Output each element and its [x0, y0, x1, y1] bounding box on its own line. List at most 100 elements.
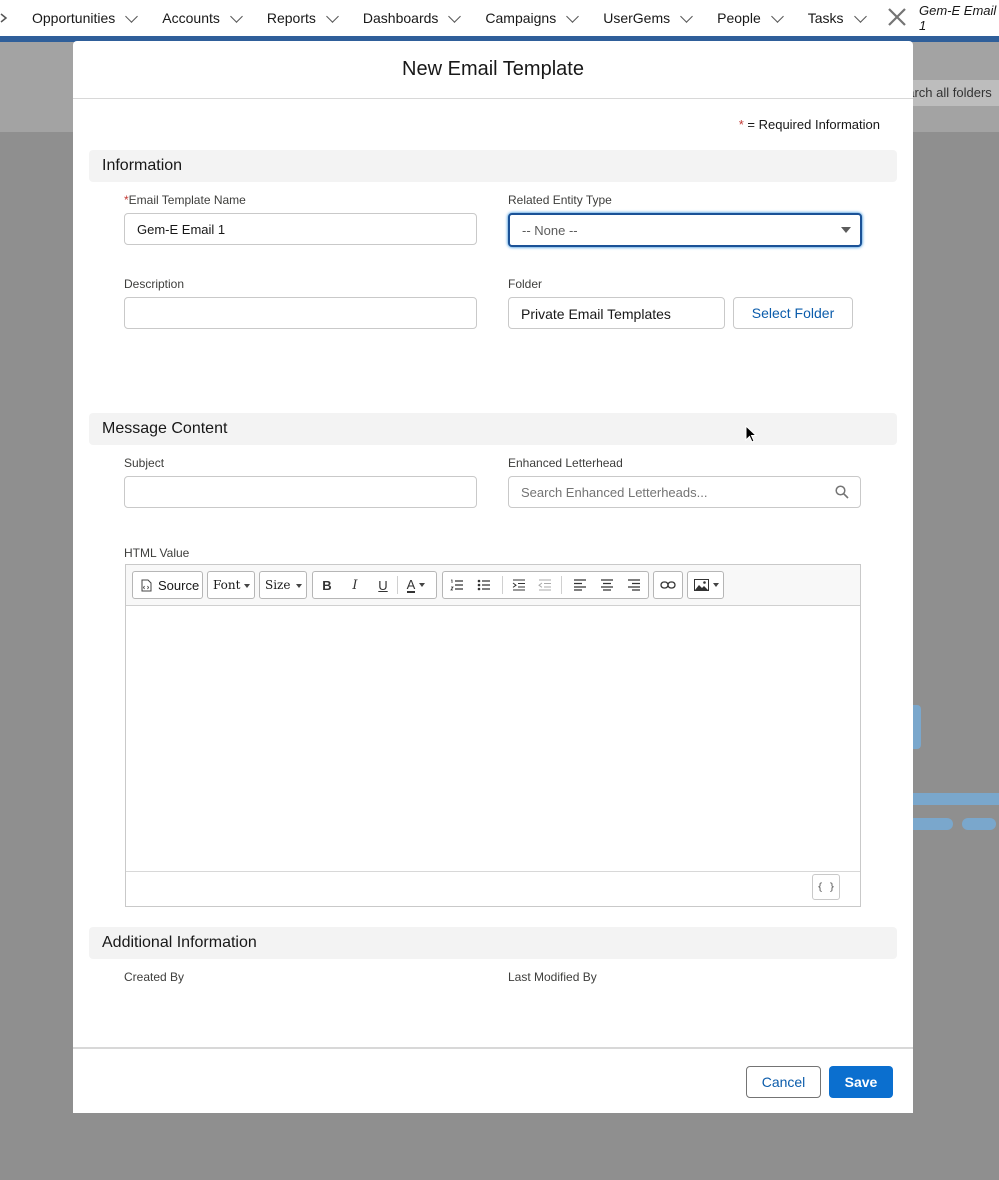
- nav-item-reports[interactable]: Reports: [255, 0, 351, 36]
- nav-item-label: Opportunities: [32, 10, 116, 26]
- folder-label: Folder: [508, 277, 543, 291]
- chevron-down-icon[interactable]: [566, 9, 580, 23]
- numbered-list-button[interactable]: [443, 572, 470, 598]
- editor-toolbar: Source Font Size B I U A: [126, 565, 860, 606]
- insert-link-button[interactable]: [653, 571, 683, 599]
- html-value-label: HTML Value: [124, 546, 190, 560]
- dropdown-caret-icon: [841, 227, 851, 233]
- image-icon: [694, 579, 709, 591]
- indent-button[interactable]: [507, 572, 532, 598]
- entity-type-label: Related Entity Type: [508, 193, 612, 207]
- letterhead-search-input[interactable]: Search Enhanced Letterheads...: [508, 476, 861, 508]
- required-information-legend: * = Required Information: [739, 117, 880, 132]
- align-right-button[interactable]: [621, 572, 648, 598]
- html-editor: Source Font Size B I U A {}: [125, 564, 861, 907]
- html-editor-content-area[interactable]: [126, 606, 860, 872]
- source-document-icon: [141, 579, 152, 591]
- nav-overflow-chevron-icon[interactable]: [0, 11, 20, 26]
- text-color-button[interactable]: A: [398, 572, 434, 598]
- chevron-down-icon[interactable]: [680, 9, 694, 23]
- chevron-down-icon[interactable]: [230, 9, 243, 23]
- nav-tab-gem-e-email[interactable]: Gem-E Email 1: [899, 0, 999, 36]
- italic-button[interactable]: I: [341, 572, 369, 598]
- underline-button[interactable]: U: [369, 572, 397, 598]
- chevron-down-icon[interactable]: [770, 9, 784, 23]
- template-name-input[interactable]: Gem-E Email 1: [124, 213, 477, 245]
- section-message-content[interactable]: Message Content: [89, 413, 897, 445]
- align-center-button[interactable]: [593, 572, 620, 598]
- close-modal-button[interactable]: [881, 1, 913, 33]
- required-legend-text: = Required Information: [747, 117, 880, 132]
- nav-item-tasks[interactable]: Tasks: [796, 0, 879, 36]
- subject-input[interactable]: [124, 476, 477, 508]
- source-button[interactable]: Source: [132, 571, 203, 599]
- toolbar-divider: [561, 576, 563, 594]
- entity-type-select[interactable]: -- None --: [508, 213, 862, 247]
- text-color-icon: A: [406, 576, 416, 593]
- nav-item-usergems[interactable]: UserGems: [591, 0, 705, 36]
- editor-footer: { }: [126, 871, 860, 906]
- folder-input[interactable]: Private Email Templates: [508, 297, 725, 329]
- section-information[interactable]: Information: [89, 150, 897, 182]
- nav-item-dashboards[interactable]: Dashboards: [351, 0, 474, 36]
- modal-footer: Cancel Save: [73, 1047, 913, 1113]
- label-text: Email Template Name: [128, 193, 246, 207]
- last-modified-by-label: Last Modified By: [508, 970, 597, 984]
- merge-field-button[interactable]: { }: [812, 874, 840, 900]
- paragraph-group: [442, 571, 649, 599]
- align-center-icon: [601, 579, 614, 591]
- size-label: Size: [265, 578, 291, 592]
- save-button[interactable]: Save: [829, 1066, 893, 1098]
- section-additional-information[interactable]: Additional Information: [89, 927, 897, 959]
- bulleted-list-icon: [477, 579, 490, 591]
- nav-item-label: Dashboards: [362, 10, 439, 26]
- link-icon: [660, 581, 676, 589]
- letterhead-label: Enhanced Letterhead: [508, 456, 623, 470]
- background-shape: [905, 793, 999, 805]
- dropdown-caret-icon: [419, 583, 426, 587]
- template-name-label: *Email Template Name: [124, 193, 246, 207]
- size-dropdown[interactable]: Size: [259, 571, 307, 599]
- nav-item-label: UserGems: [603, 10, 671, 26]
- chevron-down-icon[interactable]: [448, 9, 462, 23]
- nav-item-campaigns[interactable]: Campaigns: [473, 0, 591, 36]
- close-icon: [888, 8, 906, 26]
- modal-title: New Email Template: [402, 58, 584, 80]
- letterhead-placeholder: Search Enhanced Letterheads...: [521, 485, 708, 500]
- chevron-down-icon[interactable]: [326, 9, 339, 23]
- numbered-list-icon: [449, 579, 463, 591]
- nav-item-people[interactable]: People: [705, 0, 796, 36]
- nav-item-label: Campaigns: [485, 10, 557, 26]
- align-left-button[interactable]: [566, 572, 593, 598]
- source-label: Source: [158, 577, 200, 593]
- bulleted-list-button[interactable]: [470, 572, 497, 598]
- entity-type-value: -- None --: [522, 223, 578, 238]
- nav-item-label: People: [717, 10, 761, 26]
- nav-item-accounts[interactable]: Accounts: [150, 0, 255, 36]
- chevron-down-icon[interactable]: [125, 9, 139, 23]
- indent-icon: [512, 579, 526, 591]
- nav-item-label: Reports: [266, 10, 316, 26]
- bold-button[interactable]: B: [313, 572, 341, 598]
- outdent-button[interactable]: [532, 572, 557, 598]
- dropdown-caret-icon: [244, 584, 250, 588]
- background-shape: [962, 818, 996, 830]
- description-input[interactable]: [124, 297, 477, 329]
- chevron-down-icon[interactable]: [853, 9, 867, 23]
- nav-item-label: Accounts: [162, 10, 220, 26]
- align-right-icon: [628, 579, 641, 591]
- cancel-button[interactable]: Cancel: [746, 1066, 821, 1098]
- select-folder-button[interactable]: Select Folder: [733, 297, 853, 329]
- nav-item-opportunities[interactable]: Opportunities: [20, 0, 150, 36]
- global-nav-bar: Opportunities Accounts Reports Dashboard…: [0, 0, 999, 36]
- dropdown-caret-icon: [713, 583, 719, 587]
- mouse-cursor-icon: [745, 425, 758, 443]
- dropdown-caret-icon: [296, 584, 302, 588]
- outdent-icon: [537, 579, 551, 591]
- toolbar-divider: [501, 576, 503, 594]
- text-format-group: B I U A: [312, 571, 437, 599]
- font-dropdown[interactable]: Font: [207, 571, 255, 599]
- created-by-label: Created By: [124, 970, 185, 984]
- insert-image-button[interactable]: [687, 571, 724, 599]
- modal-header: New Email Template: [73, 41, 913, 99]
